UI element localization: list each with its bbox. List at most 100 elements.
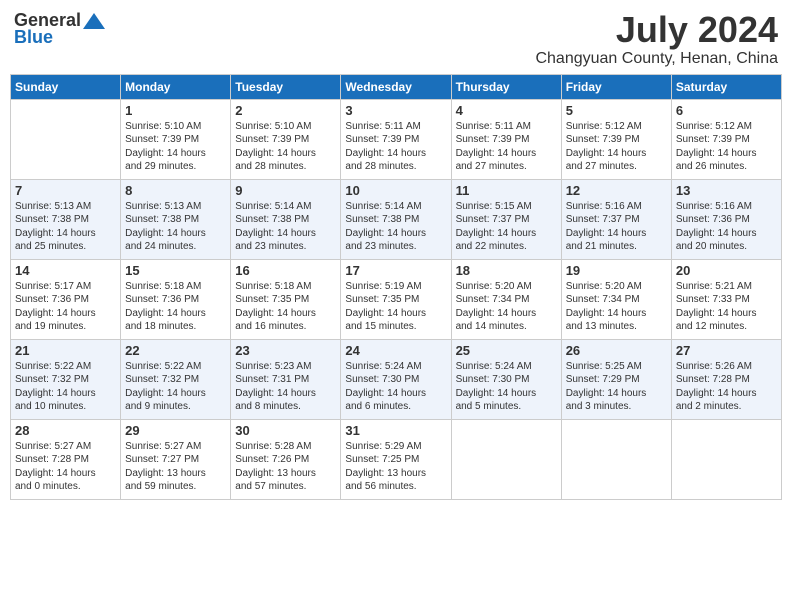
day-number: 20 — [676, 263, 777, 278]
day-info: Sunrise: 5:28 AM Sunset: 7:26 PM Dayligh… — [235, 440, 336, 494]
day-number: 22 — [125, 343, 226, 358]
table-row: 19 Sunrise: 5:20 AM Sunset: 7:34 PM Dayli… — [561, 259, 671, 339]
table-row: 7Sunrise: 5:13 AM Sunset: 7:38 PM Daylig… — [11, 179, 121, 259]
day-number: 10 — [345, 183, 446, 198]
table-row: 3 Sunrise: 5:11 AM Sunset: 7:39 PM Daylig… — [341, 99, 451, 179]
table-row: 8 Sunrise: 5:13 AM Sunset: 7:38 PM Daylig… — [121, 179, 231, 259]
day-info: Sunrise: 5:13 AM Sunset: 7:38 PM Dayligh… — [15, 200, 116, 254]
table-row: 30 Sunrise: 5:28 AM Sunset: 7:26 PM Dayli… — [231, 419, 341, 499]
calendar-week-row: 21 Sunrise: 5:22 AM Sunset: 7:32 PM Dayli… — [11, 339, 782, 419]
table-row: 29Sunrise: 5:27 AM Sunset: 7:27 PM Dayli… — [121, 419, 231, 499]
day-number: 5 — [566, 103, 667, 118]
day-number: 2 — [235, 103, 336, 118]
page-header: General Blue July 2024 Changyuan County,… — [10, 10, 782, 68]
day-number: 25 — [456, 343, 557, 358]
day-info: Sunrise: 5:16 AM Sunset: 7:36 PM Dayligh… — [676, 200, 777, 254]
day-number: 28 — [15, 423, 116, 438]
table-row: 25 Sunrise: 5:24 AM Sunset: 7:30 PM Dayli… — [451, 339, 561, 419]
logo-triangle-icon — [83, 13, 105, 29]
day-info: Sunrise: 5:27 AM Sunset: 7:27 PM Dayligh… — [125, 440, 226, 494]
day-info: Sunrise: 5:10 AM Sunset: 7:39 PM Dayligh… — [125, 120, 226, 174]
day-number: 17 — [345, 263, 446, 278]
table-row: 27Sunrise: 5:26 AM Sunset: 7:28 PM Dayli… — [671, 339, 781, 419]
table-row: 16 Sunrise: 5:18 AM Sunset: 7:35 PM Dayli… — [231, 259, 341, 339]
calendar-week-row: 1 Sunrise: 5:10 AM Sunset: 7:39 PM Daylig… — [11, 99, 782, 179]
day-number: 21 — [15, 343, 116, 358]
day-info: Sunrise: 5:12 AM Sunset: 7:39 PM Dayligh… — [566, 120, 667, 174]
table-row — [561, 419, 671, 499]
day-info: Sunrise: 5:13 AM Sunset: 7:38 PM Dayligh… — [125, 200, 226, 254]
day-number: 1 — [125, 103, 226, 118]
day-number: 11 — [456, 183, 557, 198]
location-subtitle: Changyuan County, Henan, China — [535, 50, 778, 68]
table-row: 31 Sunrise: 5:29 AM Sunset: 7:25 PM Dayli… — [341, 419, 451, 499]
table-row: 14Sunrise: 5:17 AM Sunset: 7:36 PM Dayli… — [11, 259, 121, 339]
day-number: 27 — [676, 343, 777, 358]
day-info: Sunrise: 5:20 AM Sunset: 7:34 PM Dayligh… — [566, 280, 667, 334]
day-info: Sunrise: 5:19 AM Sunset: 7:35 PM Dayligh… — [345, 280, 446, 334]
table-row — [11, 99, 121, 179]
day-info: Sunrise: 5:11 AM Sunset: 7:39 PM Dayligh… — [456, 120, 557, 174]
day-info: Sunrise: 5:14 AM Sunset: 7:38 PM Dayligh… — [345, 200, 446, 254]
day-info: Sunrise: 5:17 AM Sunset: 7:36 PM Dayligh… — [15, 280, 116, 334]
table-row: 15 Sunrise: 5:18 AM Sunset: 7:36 PM Dayli… — [121, 259, 231, 339]
day-info: Sunrise: 5:23 AM Sunset: 7:31 PM Dayligh… — [235, 360, 336, 414]
day-number: 13 — [676, 183, 777, 198]
day-number: 12 — [566, 183, 667, 198]
table-row: 6Sunrise: 5:12 AM Sunset: 7:39 PM Daylig… — [671, 99, 781, 179]
table-row: 12 Sunrise: 5:16 AM Sunset: 7:37 PM Dayli… — [561, 179, 671, 259]
table-row: 2Sunrise: 5:10 AM Sunset: 7:39 PM Daylig… — [231, 99, 341, 179]
table-row: 5 Sunrise: 5:12 AM Sunset: 7:39 PM Daylig… — [561, 99, 671, 179]
day-info: Sunrise: 5:12 AM Sunset: 7:39 PM Dayligh… — [676, 120, 777, 174]
day-info: Sunrise: 5:27 AM Sunset: 7:28 PM Dayligh… — [15, 440, 116, 494]
col-sunday: Sunday — [11, 74, 121, 99]
day-info: Sunrise: 5:25 AM Sunset: 7:29 PM Dayligh… — [566, 360, 667, 414]
day-number: 4 — [456, 103, 557, 118]
day-number: 19 — [566, 263, 667, 278]
day-number: 31 — [345, 423, 446, 438]
day-info: Sunrise: 5:22 AM Sunset: 7:32 PM Dayligh… — [125, 360, 226, 414]
day-number: 15 — [125, 263, 226, 278]
calendar-week-row: 28 Sunrise: 5:27 AM Sunset: 7:28 PM Dayli… — [11, 419, 782, 499]
day-info: Sunrise: 5:15 AM Sunset: 7:37 PM Dayligh… — [456, 200, 557, 254]
table-row: 10 Sunrise: 5:14 AM Sunset: 7:38 PM Dayli… — [341, 179, 451, 259]
table-row: 18Sunrise: 5:20 AM Sunset: 7:34 PM Dayli… — [451, 259, 561, 339]
table-row: 23 Sunrise: 5:23 AM Sunset: 7:31 PM Dayli… — [231, 339, 341, 419]
table-row: 24 Sunrise: 5:24 AM Sunset: 7:30 PM Dayli… — [341, 339, 451, 419]
table-row: 9 Sunrise: 5:14 AM Sunset: 7:38 PM Daylig… — [231, 179, 341, 259]
col-friday: Friday — [561, 74, 671, 99]
day-info: Sunrise: 5:18 AM Sunset: 7:36 PM Dayligh… — [125, 280, 226, 334]
day-number: 24 — [345, 343, 446, 358]
col-wednesday: Wednesday — [341, 74, 451, 99]
day-info: Sunrise: 5:24 AM Sunset: 7:30 PM Dayligh… — [345, 360, 446, 414]
day-number: 26 — [566, 343, 667, 358]
table-row: 11 Sunrise: 5:15 AM Sunset: 7:37 PM Dayli… — [451, 179, 561, 259]
table-row: 17 Sunrise: 5:19 AM Sunset: 7:35 PM Dayli… — [341, 259, 451, 339]
day-info: Sunrise: 5:21 AM Sunset: 7:33 PM Dayligh… — [676, 280, 777, 334]
table-row: 1 Sunrise: 5:10 AM Sunset: 7:39 PM Daylig… — [121, 99, 231, 179]
table-row: 13 Sunrise: 5:16 AM Sunset: 7:36 PM Dayli… — [671, 179, 781, 259]
day-info: Sunrise: 5:20 AM Sunset: 7:34 PM Dayligh… — [456, 280, 557, 334]
day-info: Sunrise: 5:29 AM Sunset: 7:25 PM Dayligh… — [345, 440, 446, 494]
table-row: 4 Sunrise: 5:11 AM Sunset: 7:39 PM Daylig… — [451, 99, 561, 179]
day-number: 9 — [235, 183, 336, 198]
calendar-week-row: 7Sunrise: 5:13 AM Sunset: 7:38 PM Daylig… — [11, 179, 782, 259]
month-title: July 2024 — [535, 10, 778, 50]
day-number: 30 — [235, 423, 336, 438]
day-info: Sunrise: 5:14 AM Sunset: 7:38 PM Dayligh… — [235, 200, 336, 254]
day-info: Sunrise: 5:11 AM Sunset: 7:39 PM Dayligh… — [345, 120, 446, 174]
day-info: Sunrise: 5:18 AM Sunset: 7:35 PM Dayligh… — [235, 280, 336, 334]
day-info: Sunrise: 5:16 AM Sunset: 7:37 PM Dayligh… — [566, 200, 667, 254]
logo-blue-text: Blue — [14, 27, 53, 48]
day-number: 16 — [235, 263, 336, 278]
col-monday: Monday — [121, 74, 231, 99]
day-number: 3 — [345, 103, 446, 118]
table-row: 20 Sunrise: 5:21 AM Sunset: 7:33 PM Dayli… — [671, 259, 781, 339]
calendar-table: Sunday Monday Tuesday Wednesday Thursday… — [10, 74, 782, 500]
col-saturday: Saturday — [671, 74, 781, 99]
calendar-week-row: 14Sunrise: 5:17 AM Sunset: 7:36 PM Dayli… — [11, 259, 782, 339]
day-number: 23 — [235, 343, 336, 358]
day-info: Sunrise: 5:24 AM Sunset: 7:30 PM Dayligh… — [456, 360, 557, 414]
day-number: 8 — [125, 183, 226, 198]
day-info: Sunrise: 5:22 AM Sunset: 7:32 PM Dayligh… — [15, 360, 116, 414]
